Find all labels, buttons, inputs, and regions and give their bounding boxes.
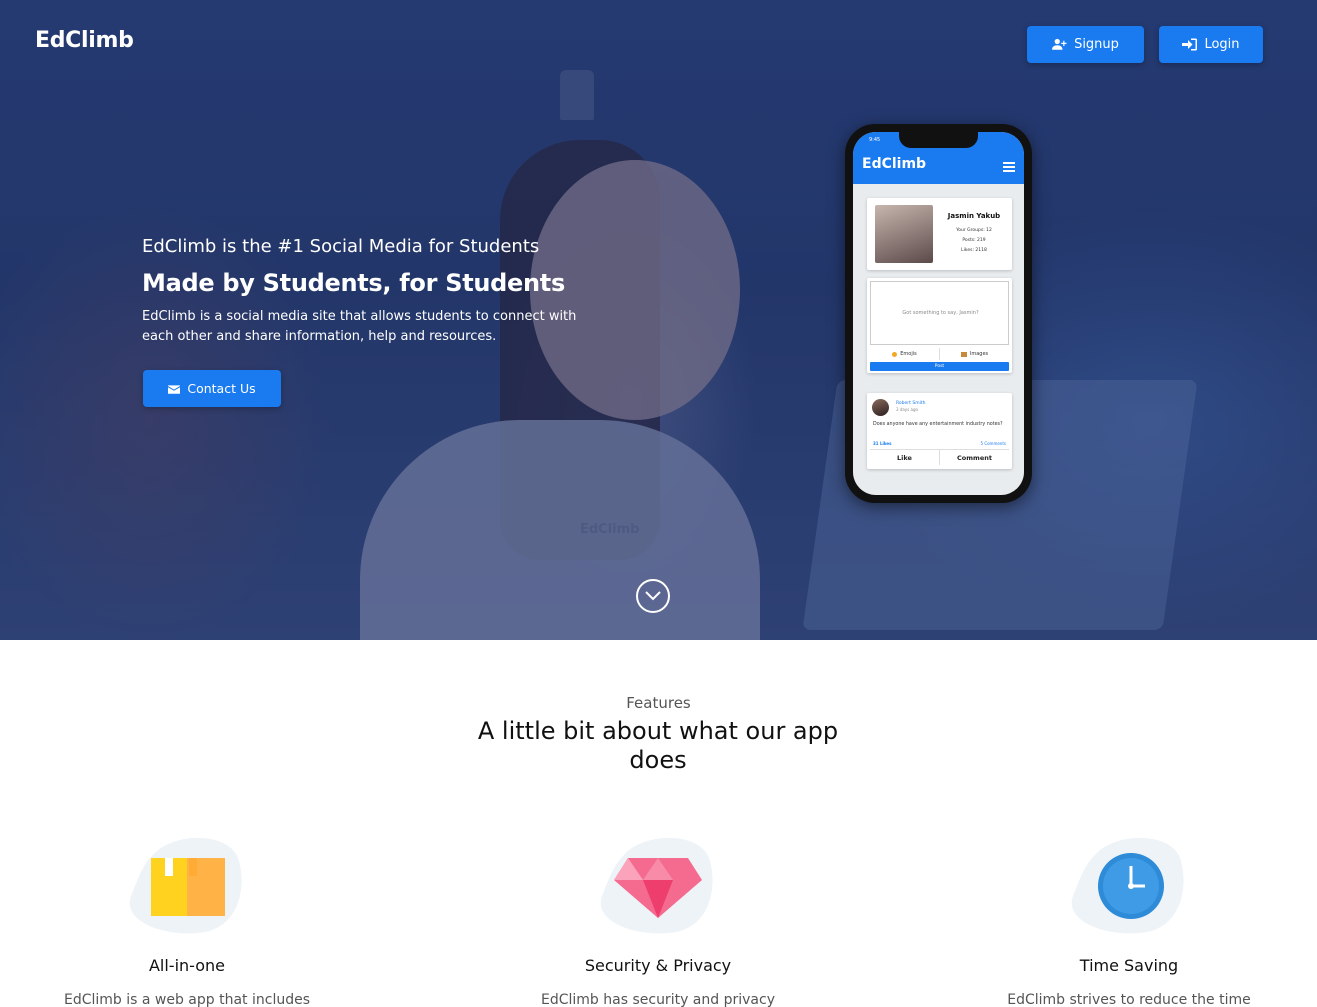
like-button: Like: [870, 450, 940, 465]
add-user-icon: [1052, 38, 1067, 50]
hamburger-menu-icon: [1003, 162, 1015, 172]
images-action: Images: [940, 348, 1009, 360]
emojis-label: Emojis: [900, 351, 917, 357]
profile-name: Jasmin Yakub: [947, 212, 1001, 220]
phone-time: 9:45: [869, 137, 881, 143]
avatar: [872, 399, 889, 416]
phone-notch: [899, 132, 978, 148]
hero-kicker: EdClimb is the #1 Social Media for Stude…: [142, 236, 540, 257]
feature-heading: Security & Privacy: [584, 956, 732, 975]
envelope-icon: [168, 384, 181, 394]
post-composer-card: Got something to say, Jasmin? Emojis Ima…: [867, 278, 1012, 373]
post-textarea: Got something to say, Jasmin?: [870, 281, 1009, 345]
profile-groups: Your Groups: 12: [956, 228, 992, 233]
login-button[interactable]: Login: [1159, 26, 1263, 63]
login-label: Login: [1204, 37, 1240, 52]
signup-button[interactable]: Signup: [1027, 26, 1144, 63]
images-label: Images: [969, 351, 989, 357]
phone-screen: 9:45 EdClimb Jasmin Yakub Your Groups: 1…: [853, 132, 1024, 495]
profile-card: Jasmin Yakub Your Groups: 12 Posts: 219 …: [867, 198, 1012, 270]
feed-timestamp: 3 days ago: [896, 407, 918, 412]
comment-button: Comment: [957, 453, 992, 462]
feature-heading: Time Saving: [1079, 956, 1179, 975]
profile-likes: Likes: 2118: [961, 248, 987, 253]
features-kicker: Features: [626, 694, 691, 712]
feature-text: EdClimb is a web app that includes: [63, 992, 311, 1007]
hero-title: Made by Students, for Students: [142, 269, 565, 297]
phone-brand: EdClimb: [862, 156, 927, 172]
feed-buttons: Like Comment: [870, 449, 1009, 465]
box-icon: [129, 837, 242, 934]
diamond-icon: [600, 837, 713, 934]
feature-heading: All-in-one: [148, 956, 226, 975]
phone-app-header: EdClimb: [853, 150, 1024, 184]
chevron-down-icon: [645, 591, 661, 601]
image-icon: [960, 351, 967, 357]
feature-text: EdClimb strives to reduce the time: [1007, 992, 1251, 1007]
hero-description: EdClimb is a social media site that allo…: [142, 309, 577, 344]
post-button: Post: [870, 362, 1009, 371]
scroll-down-button[interactable]: [636, 579, 670, 613]
emojis-action: Emojis: [870, 348, 940, 360]
feed-author: Robert Smith: [896, 401, 926, 406]
brand-logo[interactable]: EdClimb: [35, 28, 134, 53]
clock-icon: [1071, 837, 1184, 934]
emoji-icon: [892, 351, 898, 357]
signup-label: Signup: [1074, 37, 1119, 52]
post-placeholder: Got something to say, Jasmin?: [902, 310, 979, 316]
hero-text-block: EdClimb is the #1 Social Media for Stude…: [142, 236, 582, 347]
profile-photo: [875, 205, 933, 263]
features-title: A little bit about what our app does: [477, 717, 839, 774]
profile-posts: Posts: 219: [962, 238, 986, 243]
sign-in-icon: [1182, 38, 1198, 51]
phone-mockup: 9:45 EdClimb Jasmin Yakub Your Groups: 1…: [845, 124, 1032, 503]
feature-text: EdClimb has security and privacy: [541, 992, 775, 1007]
feed-likes-count: 31 Likes: [873, 441, 892, 446]
post-actions: Emojis Images: [870, 348, 1009, 360]
feed-text: Does anyone have any entertainment indus…: [873, 422, 1003, 427]
contact-us-label: Contact Us: [187, 381, 256, 396]
hero-section: EdClimb EdClimb Signup Login EdClimb is …: [0, 0, 1317, 640]
feed-post-card: Robert Smith 3 days ago Does anyone have…: [867, 393, 1012, 469]
contact-us-button[interactable]: Contact Us: [143, 370, 281, 407]
feed-comments-count: 5 Comments: [980, 441, 1007, 446]
